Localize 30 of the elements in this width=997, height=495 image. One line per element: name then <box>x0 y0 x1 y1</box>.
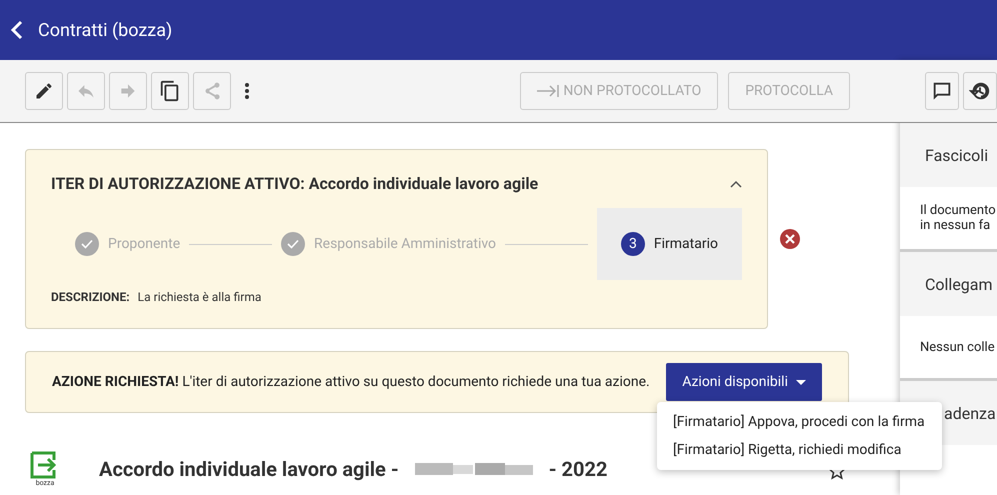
section-text: Il documento <box>920 203 997 218</box>
actions-dropdown-button[interactable]: Azioni disponibili <box>666 363 822 401</box>
document-year: - 2022 <box>548 457 608 481</box>
toolbar-button[interactable] <box>151 72 189 110</box>
toolbar-button[interactable] <box>25 72 63 110</box>
description-label: DESCRIZIONE: <box>51 290 130 304</box>
step-label: Responsabile Amministrativo <box>314 236 496 252</box>
speech-bubble-icon <box>931 80 953 102</box>
copy-icon <box>159 80 181 102</box>
document-title: Accordo individuale lavoro agile - <box>99 457 399 481</box>
history-button[interactable] <box>963 72 997 110</box>
close-icon[interactable] <box>780 229 800 249</box>
section-text: in nessun fa <box>920 218 992 233</box>
arrow-to-bar-icon <box>537 85 560 97</box>
card-title: ITER DI AUTORIZZAZIONE ATTIVO: Accordo individuale lavoro agile <box>51 174 538 193</box>
chevron-up-icon[interactable] <box>730 180 742 188</box>
page-title: Contratti (bozza) <box>38 20 172 40</box>
more-icon[interactable] <box>245 82 249 100</box>
comment-button[interactable] <box>925 72 959 110</box>
caret-icon <box>796 380 806 384</box>
step-number: 3 <box>620 232 645 256</box>
section-header[interactable]: Fascicoli <box>900 123 997 187</box>
description-text: La richiesta è alla firma <box>138 290 262 304</box>
step-label: Proponente <box>108 236 180 252</box>
action-message: AZIONE RICHIESTA! L'iter di autorizzazione attivo su questo documento richiede una tua azione. <box>52 374 650 390</box>
section-header[interactable]: Collegam <box>900 249 997 316</box>
step-label: Firmatario <box>654 236 718 252</box>
history-icon <box>969 80 991 102</box>
pencil-icon <box>34 81 54 101</box>
section-text: Nessun colle <box>920 340 996 354</box>
